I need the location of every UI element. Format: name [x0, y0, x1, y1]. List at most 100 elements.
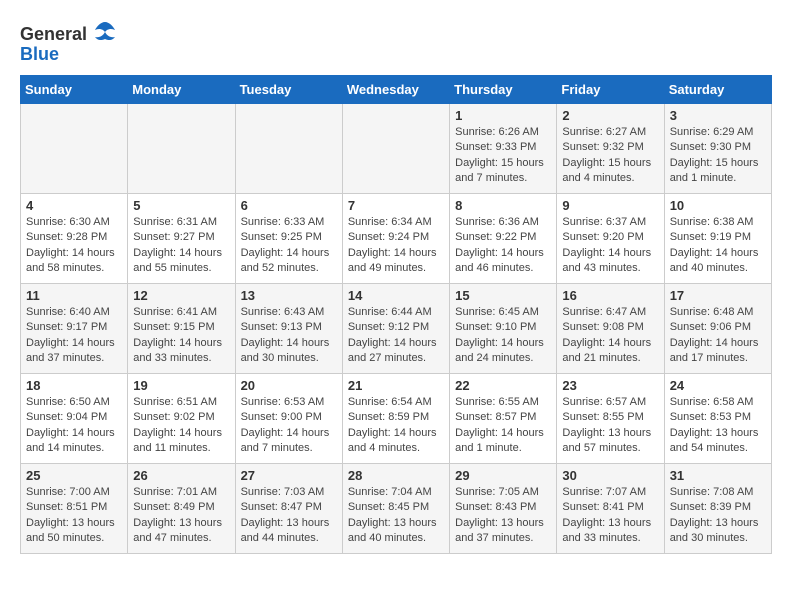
- day-number: 19: [133, 378, 229, 393]
- day-number: 17: [670, 288, 766, 303]
- day-number: 26: [133, 468, 229, 483]
- day-content: Sunrise: 7:05 AM Sunset: 8:43 PM Dayligh…: [455, 485, 551, 547]
- day-content: Sunrise: 6:36 AM Sunset: 9:22 PM Dayligh…: [455, 215, 551, 277]
- day-number: 4: [26, 198, 122, 213]
- day-content: Sunrise: 6:31 AM Sunset: 9:27 PM Dayligh…: [133, 215, 229, 277]
- day-cell: 12 Sunrise: 6:41 AM Sunset: 9:15 PM Dayli…: [128, 284, 235, 374]
- day-content: Sunrise: 6:45 AM Sunset: 9:10 PM Dayligh…: [455, 305, 551, 367]
- logo-general: General: [20, 24, 87, 45]
- day-content: Sunrise: 6:55 AM Sunset: 8:57 PM Dayligh…: [455, 395, 551, 457]
- day-number: 12: [133, 288, 229, 303]
- day-cell: 3Sunrise: 6:29 AM Sunset: 9:30 PM Daylig…: [664, 104, 771, 194]
- day-content: Sunrise: 6:58 AM Sunset: 8:53 PM Dayligh…: [670, 395, 766, 457]
- day-content: Sunrise: 6:30 AM Sunset: 9:28 PM Dayligh…: [26, 215, 122, 277]
- day-number: 14: [348, 288, 444, 303]
- header-cell-sunday: Sunday: [21, 76, 128, 104]
- day-content: Sunrise: 6:40 AM Sunset: 9:17 PM Dayligh…: [26, 305, 122, 367]
- header-cell-wednesday: Wednesday: [342, 76, 449, 104]
- week-row-3: 11 Sunrise: 6:40 AM Sunset: 9:17 PM Dayli…: [21, 284, 772, 374]
- week-row-1: 1 Sunrise: 6:26 AM Sunset: 9:33 PM Daylig…: [21, 104, 772, 194]
- week-row-4: 18 Sunrise: 6:50 AM Sunset: 9:04 PM Dayli…: [21, 374, 772, 464]
- day-content: Sunrise: 6:29 AM Sunset: 9:30 PM Dayligh…: [670, 125, 766, 187]
- day-cell: 2 Sunrise: 6:27 AM Sunset: 9:32 PM Daylig…: [557, 104, 664, 194]
- day-number: 2: [562, 108, 658, 123]
- day-content: Sunrise: 6:51 AM Sunset: 9:02 PM Dayligh…: [133, 395, 229, 457]
- day-content: Sunrise: 6:53 AM Sunset: 9:00 PM Dayligh…: [241, 395, 337, 457]
- day-cell: 29Sunrise: 7:05 AM Sunset: 8:43 PM Dayli…: [450, 464, 557, 554]
- day-content: Sunrise: 6:34 AM Sunset: 9:24 PM Dayligh…: [348, 215, 444, 277]
- day-cell: 30Sunrise: 7:07 AM Sunset: 8:41 PM Dayli…: [557, 464, 664, 554]
- day-cell: 14 Sunrise: 6:44 AM Sunset: 9:12 PM Dayli…: [342, 284, 449, 374]
- day-cell: 1 Sunrise: 6:26 AM Sunset: 9:33 PM Daylig…: [450, 104, 557, 194]
- day-content: Sunrise: 6:57 AM Sunset: 8:55 PM Dayligh…: [562, 395, 658, 457]
- day-cell: 22Sunrise: 6:55 AM Sunset: 8:57 PM Dayli…: [450, 374, 557, 464]
- day-number: 1: [455, 108, 551, 123]
- day-cell: 4 Sunrise: 6:30 AM Sunset: 9:28 PM Daylig…: [21, 194, 128, 284]
- day-cell: [342, 104, 449, 194]
- day-content: Sunrise: 6:44 AM Sunset: 9:12 PM Dayligh…: [348, 305, 444, 367]
- header-cell-saturday: Saturday: [664, 76, 771, 104]
- day-number: 23: [562, 378, 658, 393]
- day-cell: 27 Sunrise: 7:03 AM Sunset: 8:47 PM Dayli…: [235, 464, 342, 554]
- day-number: 11: [26, 288, 122, 303]
- day-cell: 8 Sunrise: 6:36 AM Sunset: 9:22 PM Daylig…: [450, 194, 557, 284]
- day-number: 16: [562, 288, 658, 303]
- day-number: 6: [241, 198, 337, 213]
- day-number: 15: [455, 288, 551, 303]
- day-cell: 5 Sunrise: 6:31 AM Sunset: 9:27 PM Daylig…: [128, 194, 235, 284]
- day-cell: 11 Sunrise: 6:40 AM Sunset: 9:17 PM Dayli…: [21, 284, 128, 374]
- logo-bird-icon: [91, 20, 119, 48]
- day-cell: [21, 104, 128, 194]
- day-content: Sunrise: 6:54 AM Sunset: 8:59 PM Dayligh…: [348, 395, 444, 457]
- day-number: 24: [670, 378, 766, 393]
- day-number: 13: [241, 288, 337, 303]
- week-row-5: 25 Sunrise: 7:00 AM Sunset: 8:51 PM Dayli…: [21, 464, 772, 554]
- day-number: 7: [348, 198, 444, 213]
- day-cell: 18 Sunrise: 6:50 AM Sunset: 9:04 PM Dayli…: [21, 374, 128, 464]
- header-cell-thursday: Thursday: [450, 76, 557, 104]
- day-number: 25: [26, 468, 122, 483]
- day-cell: [235, 104, 342, 194]
- day-cell: 20 Sunrise: 6:53 AM Sunset: 9:00 PM Dayli…: [235, 374, 342, 464]
- day-cell: 26Sunrise: 7:01 AM Sunset: 8:49 PM Dayli…: [128, 464, 235, 554]
- header-cell-friday: Friday: [557, 76, 664, 104]
- day-content: Sunrise: 7:04 AM Sunset: 8:45 PM Dayligh…: [348, 485, 444, 547]
- day-cell: 24 Sunrise: 6:58 AM Sunset: 8:53 PM Dayli…: [664, 374, 771, 464]
- day-number: 27: [241, 468, 337, 483]
- day-number: 21: [348, 378, 444, 393]
- day-cell: 6 Sunrise: 6:33 AM Sunset: 9:25 PM Daylig…: [235, 194, 342, 284]
- day-cell: 23 Sunrise: 6:57 AM Sunset: 8:55 PM Dayli…: [557, 374, 664, 464]
- day-cell: 7 Sunrise: 6:34 AM Sunset: 9:24 PM Daylig…: [342, 194, 449, 284]
- day-content: Sunrise: 6:26 AM Sunset: 9:33 PM Dayligh…: [455, 125, 551, 187]
- day-number: 30: [562, 468, 658, 483]
- day-cell: 31Sunrise: 7:08 AM Sunset: 8:39 PM Dayli…: [664, 464, 771, 554]
- calendar-table: SundayMondayTuesdayWednesdayThursdayFrid…: [20, 75, 772, 554]
- day-number: 18: [26, 378, 122, 393]
- day-content: Sunrise: 7:08 AM Sunset: 8:39 PM Dayligh…: [670, 485, 766, 547]
- day-cell: 21 Sunrise: 6:54 AM Sunset: 8:59 PM Dayli…: [342, 374, 449, 464]
- header-cell-monday: Monday: [128, 76, 235, 104]
- day-number: 10: [670, 198, 766, 213]
- day-number: 5: [133, 198, 229, 213]
- day-content: Sunrise: 6:43 AM Sunset: 9:13 PM Dayligh…: [241, 305, 337, 367]
- day-content: Sunrise: 6:33 AM Sunset: 9:25 PM Dayligh…: [241, 215, 337, 277]
- day-cell: 25 Sunrise: 7:00 AM Sunset: 8:51 PM Dayli…: [21, 464, 128, 554]
- header-cell-tuesday: Tuesday: [235, 76, 342, 104]
- day-content: Sunrise: 6:48 AM Sunset: 9:06 PM Dayligh…: [670, 305, 766, 367]
- day-cell: 15 Sunrise: 6:45 AM Sunset: 9:10 PM Dayli…: [450, 284, 557, 374]
- day-cell: 10Sunrise: 6:38 AM Sunset: 9:19 PM Dayli…: [664, 194, 771, 284]
- day-number: 9: [562, 198, 658, 213]
- day-cell: [128, 104, 235, 194]
- day-number: 28: [348, 468, 444, 483]
- day-cell: 28 Sunrise: 7:04 AM Sunset: 8:45 PM Dayli…: [342, 464, 449, 554]
- day-number: 8: [455, 198, 551, 213]
- day-cell: 17 Sunrise: 6:48 AM Sunset: 9:06 PM Dayli…: [664, 284, 771, 374]
- page-header: General Blue: [20, 20, 772, 65]
- day-content: Sunrise: 6:41 AM Sunset: 9:15 PM Dayligh…: [133, 305, 229, 367]
- day-content: Sunrise: 7:00 AM Sunset: 8:51 PM Dayligh…: [26, 485, 122, 547]
- day-number: 20: [241, 378, 337, 393]
- day-content: Sunrise: 6:50 AM Sunset: 9:04 PM Dayligh…: [26, 395, 122, 457]
- logo: General Blue: [20, 20, 119, 65]
- day-content: Sunrise: 6:27 AM Sunset: 9:32 PM Dayligh…: [562, 125, 658, 187]
- day-content: Sunrise: 7:03 AM Sunset: 8:47 PM Dayligh…: [241, 485, 337, 547]
